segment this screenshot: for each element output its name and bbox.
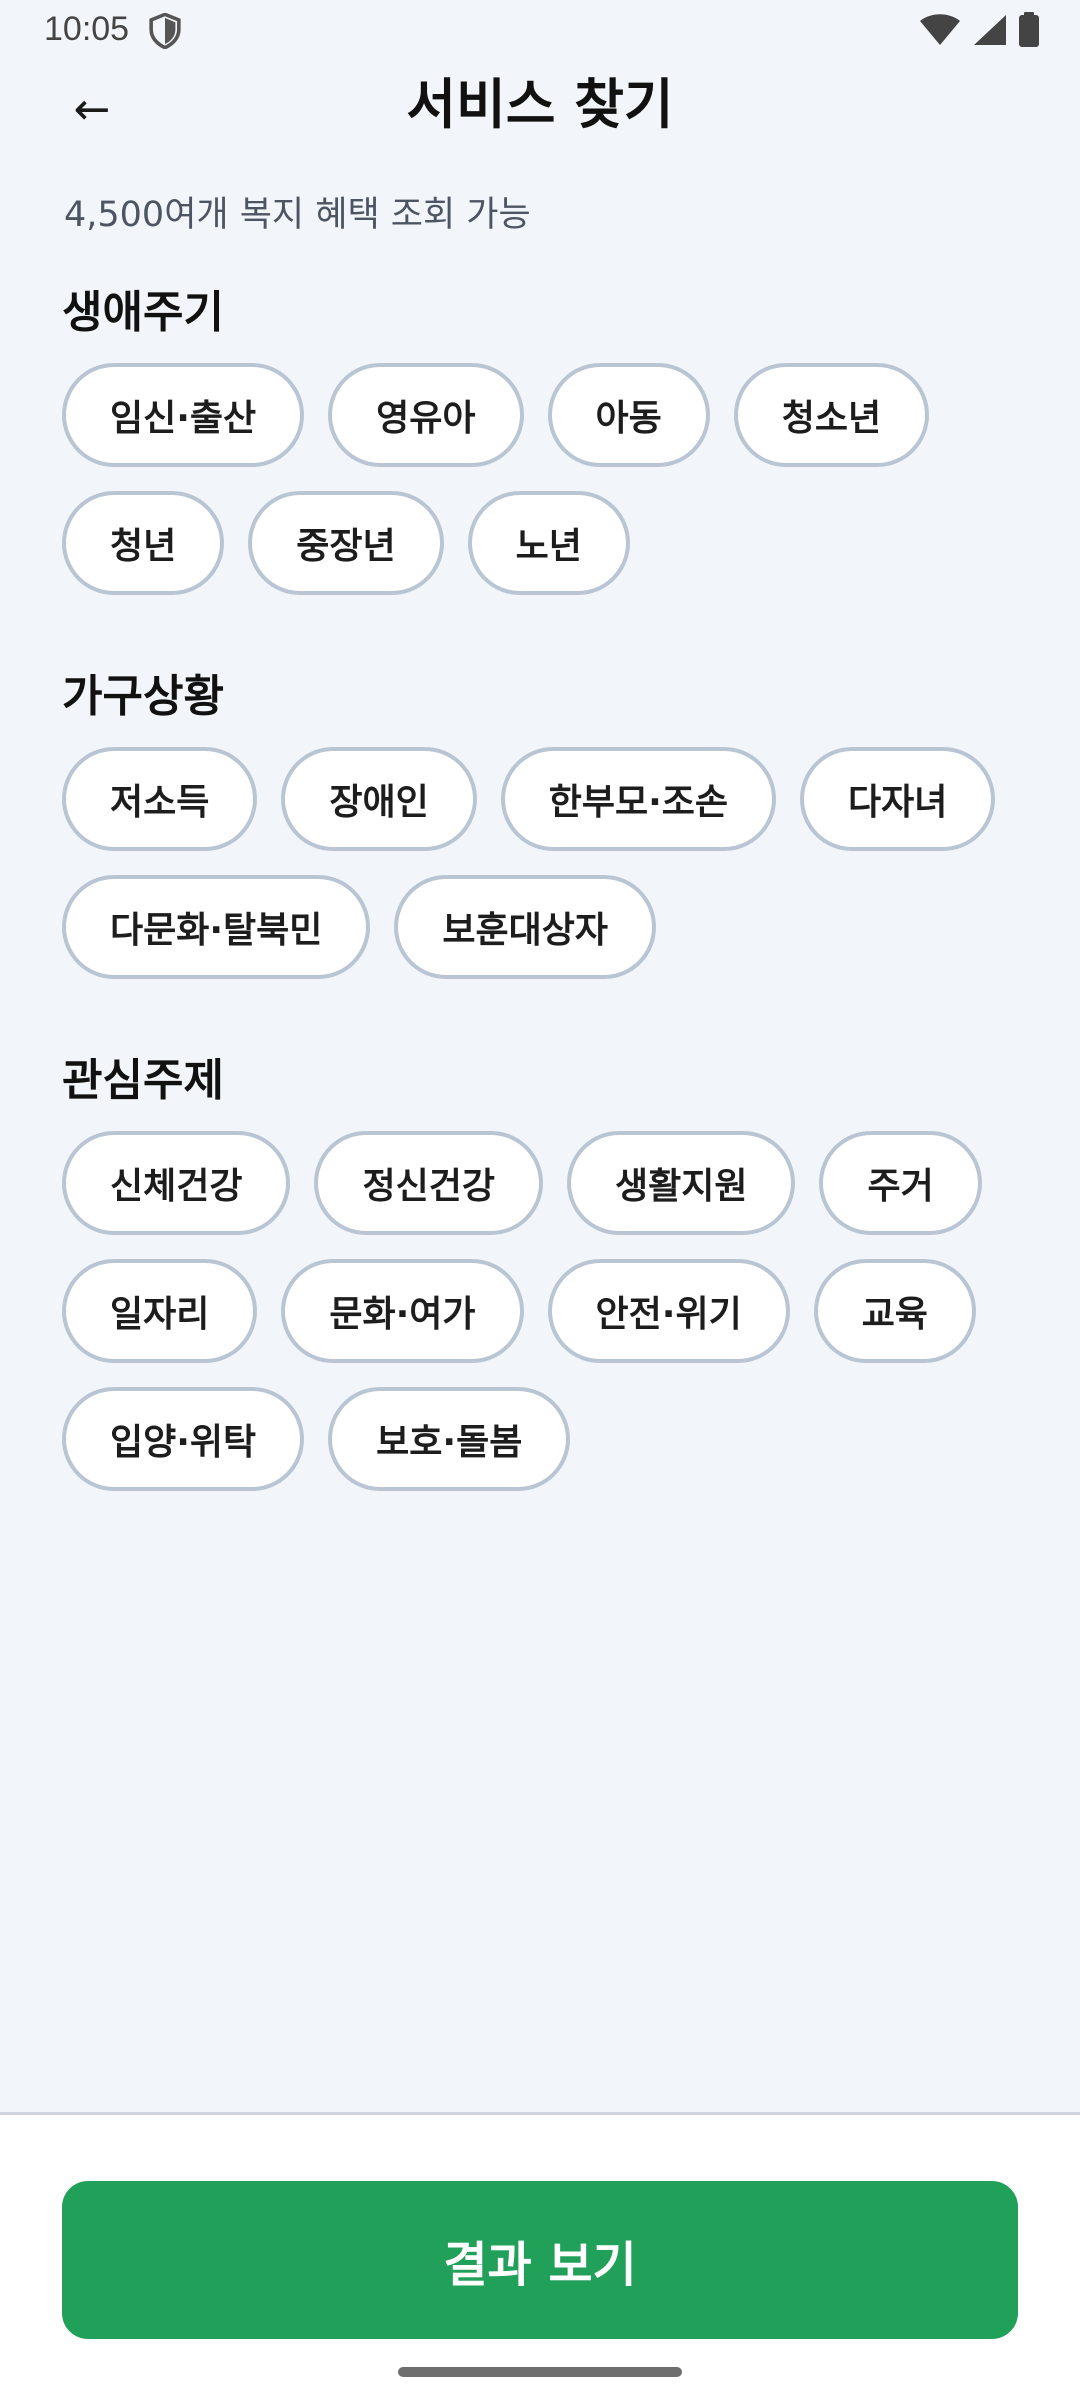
chip-teenager[interactable]: 청소년 — [733, 363, 930, 467]
section-interests: 관심주제 신체건강 정신건강 생활지원 주거 일자리 문화·여가 안전·위기 교… — [62, 1051, 1022, 1491]
chip-group-household: 저소득 장애인 한부모·조손 다자녀 다문화·탈북민 보훈대상자 — [62, 747, 1022, 979]
chip-disabled[interactable]: 장애인 — [281, 747, 477, 851]
status-bar: 10:05 — [0, 0, 1080, 62]
bottom-bar: 결과 보기 — [0, 2112, 1080, 2400]
chip-physical-health[interactable]: 신체건강 — [62, 1131, 291, 1235]
shield-icon — [149, 13, 181, 49]
chip-infant[interactable]: 영유아 — [328, 363, 524, 467]
chip-group-interests: 신체건강 정신건강 생활지원 주거 일자리 문화·여가 안전·위기 교육 입양·… — [62, 1131, 1022, 1491]
chip-child[interactable]: 아동 — [547, 363, 710, 467]
service-count-subtitle: 4,500여개 복지 혜택 조회 가능 — [64, 195, 531, 235]
section-household: 가구상황 저소득 장애인 한부모·조손 다자녀 다문화·탈북민 보훈대상자 — [62, 667, 1022, 979]
chip-living-support[interactable]: 생활지원 — [566, 1131, 796, 1235]
chip-youth[interactable]: 청년 — [62, 491, 225, 595]
page-title: 서비스 찾기 — [406, 73, 674, 136]
home-indicator[interactable] — [398, 2367, 682, 2377]
battery-icon — [1019, 12, 1039, 47]
chip-low-income[interactable]: 저소득 — [62, 747, 258, 851]
chip-protection-care[interactable]: 보호·돌봄 — [328, 1387, 571, 1491]
chip-jobs[interactable]: 일자리 — [62, 1259, 258, 1363]
chip-housing[interactable]: 주거 — [819, 1131, 982, 1235]
signal-icon — [974, 15, 1006, 45]
chip-education[interactable]: 교육 — [813, 1259, 976, 1363]
header: ← 서비스 찾기 — [0, 62, 1080, 158]
status-time: 10:05 — [44, 10, 130, 48]
status-icons — [918, 12, 1040, 48]
chip-middle-aged[interactable]: 중장년 — [248, 491, 444, 595]
section-title-interests: 관심주제 — [62, 1055, 224, 1106]
view-results-button[interactable]: 결과 보기 — [62, 2181, 1018, 2339]
chip-mental-health[interactable]: 정신건강 — [314, 1131, 543, 1235]
chip-culture-leisure[interactable]: 문화·여가 — [281, 1259, 524, 1363]
chip-pregnancy-birth[interactable]: 임신·출산 — [62, 363, 305, 467]
chip-safety-crisis[interactable]: 안전·위기 — [547, 1259, 790, 1363]
section-title-life-cycle: 생애주기 — [62, 287, 224, 338]
chip-veterans[interactable]: 보훈대상자 — [394, 875, 657, 979]
chip-single-parent[interactable]: 한부모·조손 — [500, 747, 777, 851]
screen: 10:05 ← 서비스 찾기 4,500여개 복지 혜택 조회 가능 생애주기 … — [0, 0, 1080, 2400]
chip-group-life-cycle: 임신·출산 영유아 아동 청소년 청년 중장년 노년 — [62, 363, 1022, 595]
section-life-cycle: 생애주기 임신·출산 영유아 아동 청소년 청년 중장년 노년 — [62, 283, 1022, 595]
chip-multi-child[interactable]: 다자녀 — [800, 747, 996, 851]
chip-adoption-foster[interactable]: 입양·위탁 — [62, 1387, 305, 1491]
section-title-household: 가구상황 — [62, 671, 224, 722]
chip-multicultural[interactable]: 다문화·탈북민 — [62, 875, 371, 979]
wifi-icon — [920, 14, 960, 45]
chip-elderly[interactable]: 노년 — [467, 491, 630, 595]
